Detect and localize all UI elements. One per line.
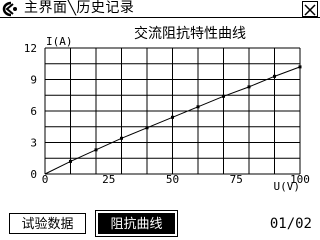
x-tick-label: 75 <box>230 173 243 186</box>
y-tick-label: 9 <box>30 74 37 87</box>
data-point <box>273 74 276 78</box>
y-tick-label: 0 <box>30 168 37 181</box>
chart-marks <box>44 65 302 175</box>
impedance-chart: 交流阻抗特性曲线 I(A) U(V) 0 25 50 75 100129630 <box>24 25 310 193</box>
data-point <box>145 126 149 130</box>
x-tick-label: 0 <box>42 173 49 186</box>
chart-title: 交流阻抗特性曲线 <box>134 25 246 42</box>
app-logo-icon <box>2 1 17 17</box>
y-axis-label: I(A) <box>46 35 73 48</box>
data-point <box>196 105 200 109</box>
breadcrumb: 主界面╲历史记录 <box>24 0 135 16</box>
data-point <box>298 65 302 69</box>
y-tick-label: 12 <box>24 42 37 55</box>
x-tick-label: 50 <box>166 173 179 186</box>
data-point <box>69 159 72 163</box>
close-button[interactable] <box>302 1 318 17</box>
x-tick-label: 100 <box>290 173 310 186</box>
y-tick-label: 6 <box>30 105 37 118</box>
y-tick-label: 3 <box>30 137 37 150</box>
close-x-icon <box>304 4 316 16</box>
page-indicator: 01/02 <box>269 216 312 232</box>
x-tick-label: 25 <box>102 173 115 186</box>
impedance-curve-button[interactable]: 阻抗曲线 <box>95 210 178 237</box>
title-bar: 主界面╲历史记录 <box>0 0 320 18</box>
test-data-button[interactable]: 试验数据 <box>9 213 86 234</box>
data-point <box>247 85 251 89</box>
data-point <box>94 148 98 152</box>
data-point <box>222 94 225 98</box>
data-point <box>120 136 123 140</box>
data-point <box>171 115 174 119</box>
